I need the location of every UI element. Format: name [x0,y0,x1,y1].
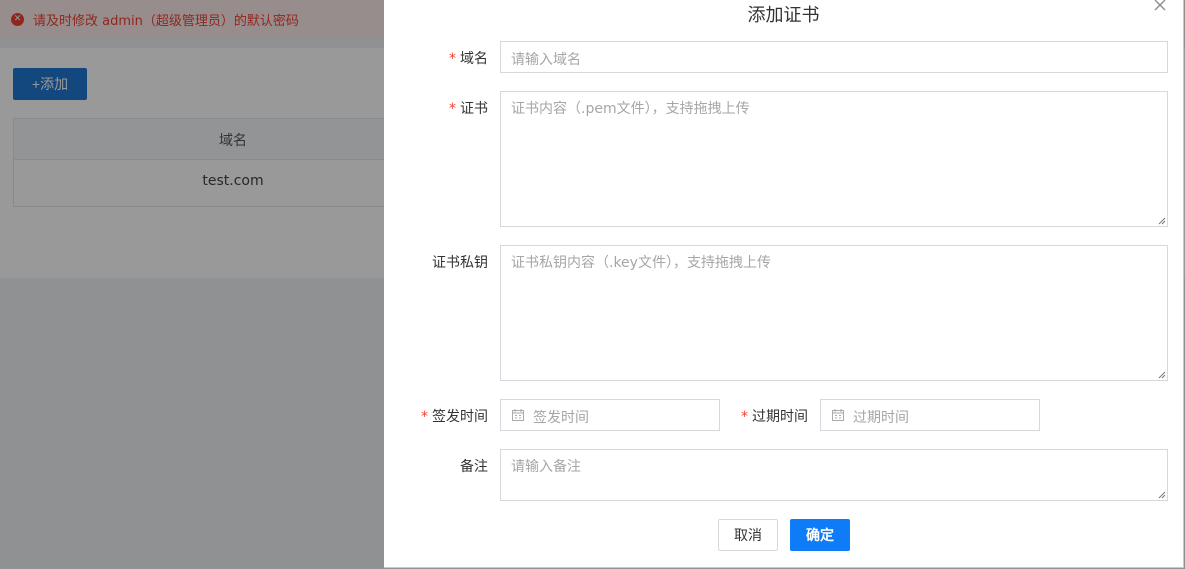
private-key-label: 证书私钥 [432,255,488,271]
resize-grip-icon[interactable] [1158,371,1166,379]
certificate-label: * 证书 [449,101,488,117]
add-certificate-drawer: 添加证书 * 域名 请输入域名 * 证书 证书内容（.pem文件），支持拖拽上传 证… [384,0,1184,568]
expire-time-label: * 过期时间 [741,409,808,425]
private-key-placeholder: 证书私钥内容（.key文件），支持拖拽上传 [511,255,771,271]
calendar-icon [512,409,524,421]
remark-label: 备注 [460,459,488,475]
close-icon[interactable] [1152,0,1168,13]
required-marker: * [449,101,456,117]
domain-placeholder: 请输入域名 [511,52,581,68]
remark-textarea[interactable]: 请输入备注 [500,449,1168,501]
cancel-button[interactable]: 取消 [718,519,778,551]
issue-time-placeholder: 签发时间 [533,410,589,426]
expire-time-picker[interactable]: 过期时间 [820,399,1040,431]
domain-label: * 域名 [449,51,488,67]
required-marker: * [421,409,428,425]
dialog-title: 添加证书 [747,5,820,26]
required-marker: * [741,409,748,425]
expire-time-placeholder: 过期时间 [853,410,909,426]
certificate-placeholder: 证书内容（.pem文件），支持拖拽上传 [511,101,750,117]
resize-grip-icon[interactable] [1158,491,1166,499]
required-marker: * [449,51,456,67]
resize-grip-icon[interactable] [1158,217,1166,225]
calendar-icon [832,409,844,421]
domain-input[interactable]: 请输入域名 [500,41,1168,73]
issue-time-picker[interactable]: 签发时间 [500,399,720,431]
remark-placeholder: 请输入备注 [511,459,581,475]
certificate-textarea[interactable]: 证书内容（.pem文件），支持拖拽上传 [500,91,1168,227]
issue-time-label: * 签发时间 [421,409,488,425]
confirm-button[interactable]: 确定 [790,519,850,551]
private-key-textarea[interactable]: 证书私钥内容（.key文件），支持拖拽上传 [500,245,1168,381]
